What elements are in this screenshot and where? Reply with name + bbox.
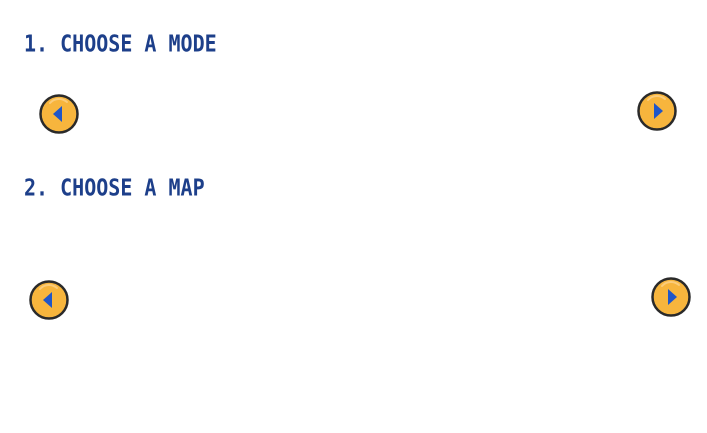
arrow-left-icon: [39, 94, 79, 134]
arrow-right-icon: [651, 277, 691, 317]
map-next-button[interactable]: [651, 277, 691, 317]
mode-prev-button[interactable]: [39, 94, 79, 134]
map-prev-button[interactable]: [29, 280, 69, 320]
arrow-right-icon: [637, 91, 677, 131]
mode-next-button[interactable]: [637, 91, 677, 131]
map-section-title: 2. CHOOSE A MAP: [24, 173, 205, 202]
mode-section-title: 1. CHOOSE A MODE: [24, 29, 217, 58]
arrow-left-icon: [29, 280, 69, 320]
